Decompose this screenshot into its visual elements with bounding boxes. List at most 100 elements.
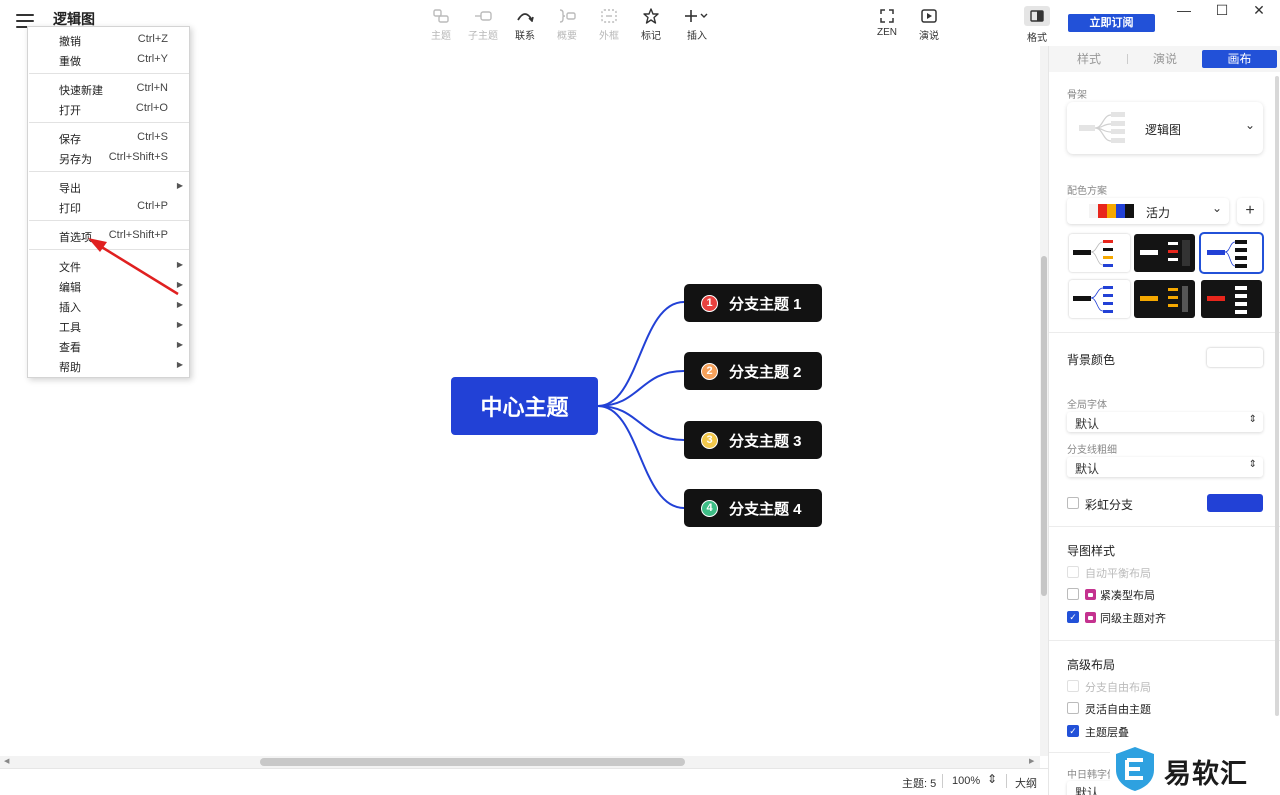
maximize-icon[interactable]: ☐ <box>1212 2 1232 19</box>
bg-color-label: 背景颜色 <box>1067 353 1116 367</box>
menu-item-label: 首选项 <box>59 232 92 244</box>
vertical-scroll-thumb[interactable] <box>1041 256 1047 596</box>
menu-item-open[interactable]: 打开 Ctrl+O <box>28 99 189 119</box>
align-siblings-checkbox[interactable]: ✓ <box>1067 611 1079 623</box>
chevron-down-icon: ⌄ <box>1212 201 1223 215</box>
central-topic[interactable]: 中心主题 <box>451 377 598 435</box>
theme-preview-icon <box>1073 286 1113 313</box>
free-branch-checkbox[interactable] <box>1067 680 1079 692</box>
subscribe-button[interactable]: 立即订阅 <box>1068 14 1155 32</box>
zoom-level[interactable]: 100% <box>952 775 980 787</box>
menu-item-preferences[interactable]: 首选项 Ctrl+Shift+P <box>28 226 189 246</box>
scheme-swatch <box>1089 204 1098 218</box>
menu-shortcut: Ctrl+S <box>137 131 168 143</box>
outline-button[interactable]: 大纲 <box>1015 775 1037 791</box>
menu-shortcut: Ctrl+Shift+P <box>108 229 168 241</box>
minimize-icon[interactable]: — <box>1174 2 1194 18</box>
close-icon[interactable]: ✕ <box>1249 2 1269 19</box>
menu-shortcut: Ctrl+O <box>135 102 168 114</box>
rainbow-branch-checkbox[interactable] <box>1067 497 1079 509</box>
color-scheme-value: 活力 <box>1146 206 1171 220</box>
rainbow-color-picker[interactable] <box>1207 494 1263 512</box>
branch-label: 分支主题 2 <box>729 363 802 381</box>
menu-item-redo[interactable]: 重做 Ctrl+Y <box>28 50 189 70</box>
menu-item-label: 快速新建 <box>59 85 103 97</box>
global-font-value: 默认 <box>1075 417 1100 431</box>
theme-preview-icon <box>1207 286 1247 314</box>
status-divider <box>1006 774 1007 788</box>
cjk-font-value: 默认 <box>1075 786 1100 795</box>
skeleton-label: 骨架 <box>1067 90 1087 101</box>
topic-overlap-label: 主题层叠 <box>1085 727 1129 739</box>
menu-item-help[interactable]: 帮助 ▶ <box>28 356 189 376</box>
menu-divider <box>29 220 189 221</box>
theme-thumbnail[interactable] <box>1201 280 1262 318</box>
branch-connector <box>597 405 685 509</box>
compact-layout-checkbox[interactable] <box>1067 588 1079 600</box>
branch-line-value: 默认 <box>1075 462 1100 476</box>
menu-item-save-as[interactable]: 另存为 Ctrl+Shift+S <box>28 148 189 168</box>
color-scheme-select[interactable]: 活力 ⌄ <box>1067 198 1229 224</box>
scheme-swatch <box>1098 204 1107 218</box>
auto-balance-checkbox[interactable] <box>1067 566 1079 578</box>
menu-shortcut: Ctrl+Z <box>137 33 168 45</box>
menu-item-file[interactable]: 文件 ▶ <box>28 256 189 276</box>
menu-item-label: 重做 <box>59 56 81 68</box>
branch-topic-4[interactable]: 4 分支主题 4 <box>684 489 822 527</box>
theme-thumbnail[interactable] <box>1069 280 1130 318</box>
theme-thumbnail-selected[interactable] <box>1199 232 1264 274</box>
tab-canvas[interactable]: 画布 <box>1202 50 1277 68</box>
menu-item-label: 帮助 <box>59 362 81 374</box>
menu-shortcut: Ctrl+N <box>136 82 168 94</box>
menu-item-export[interactable]: 导出 ▶ <box>28 177 189 197</box>
menu-item-quick-new[interactable]: 快速新建 Ctrl+N <box>28 79 189 99</box>
topic-count: 主题: 5 <box>902 778 937 790</box>
scroll-right-icon[interactable]: ▶ <box>1029 757 1034 765</box>
priority-1-icon: 1 <box>701 294 718 312</box>
bg-color-picker[interactable] <box>1207 348 1263 367</box>
scroll-left-icon[interactable]: ◀ <box>4 757 9 765</box>
flexible-topic-checkbox[interactable] <box>1067 702 1079 714</box>
tab-presentation[interactable]: 演说 <box>1145 50 1185 68</box>
menu-item-undo[interactable]: 撤销 Ctrl+Z <box>28 30 189 50</box>
panel-scrollbar[interactable] <box>1275 76 1279 716</box>
main-menu: 撤销 Ctrl+Z 重做 Ctrl+Y 快速新建 Ctrl+N 打开 Ctrl+O 保存… <box>27 26 190 378</box>
menu-item-insert[interactable]: 插入 ▶ <box>28 296 189 316</box>
lock-icon <box>1085 612 1096 623</box>
horizontal-scrollbar[interactable]: ◀ ▶ <box>0 756 1040 768</box>
tab-style[interactable]: 样式 <box>1069 50 1109 68</box>
theme-thumbnail[interactable] <box>1134 234 1195 272</box>
logic-chart-icon <box>1079 112 1125 143</box>
topic-overlap-checkbox[interactable]: ✓ <box>1067 725 1079 737</box>
menu-item-tools[interactable]: 工具 ▶ <box>28 316 189 336</box>
scheme-swatch <box>1116 204 1125 218</box>
menu-item-label: 打印 <box>59 203 81 215</box>
menu-divider <box>29 171 189 172</box>
skeleton-select[interactable]: 逻辑图 ⌄ <box>1067 102 1263 154</box>
priority-4-icon: 4 <box>701 499 718 517</box>
menu-item-label: 打开 <box>59 105 81 117</box>
status-divider <box>942 774 943 788</box>
menu-item-label: 插入 <box>59 302 81 314</box>
branch-label: 分支主题 4 <box>729 500 802 518</box>
theme-thumbnail[interactable] <box>1069 234 1130 272</box>
branch-topic-2[interactable]: 2 分支主题 2 <box>684 352 822 390</box>
zoom-stepper-icon[interactable]: ⇕ <box>987 772 997 786</box>
branch-topic-1[interactable]: 1 分支主题 1 <box>684 284 822 322</box>
add-color-scheme-button[interactable]: + <box>1237 198 1263 224</box>
menu-item-save[interactable]: 保存 Ctrl+S <box>28 128 189 148</box>
menu-item-print[interactable]: 打印 Ctrl+P <box>28 197 189 217</box>
branch-line-select[interactable]: 默认 ⇕ <box>1067 457 1263 477</box>
priority-2-icon: 2 <box>701 362 718 380</box>
menu-shortcut: Ctrl+Y <box>137 53 168 65</box>
branch-topic-3[interactable]: 3 分支主题 3 <box>684 421 822 459</box>
panel-divider <box>1049 332 1280 333</box>
menu-item-edit[interactable]: 编辑 ▶ <box>28 276 189 296</box>
theme-thumbnail[interactable] <box>1134 280 1195 318</box>
menu-item-view[interactable]: 查看 ▶ <box>28 336 189 356</box>
scheme-swatch <box>1125 204 1134 218</box>
horizontal-scroll-thumb[interactable] <box>260 758 685 766</box>
global-font-select[interactable]: 默认 ⇕ <box>1067 412 1263 432</box>
vertical-scrollbar[interactable] <box>1040 46 1048 756</box>
menu-divider <box>29 73 189 74</box>
